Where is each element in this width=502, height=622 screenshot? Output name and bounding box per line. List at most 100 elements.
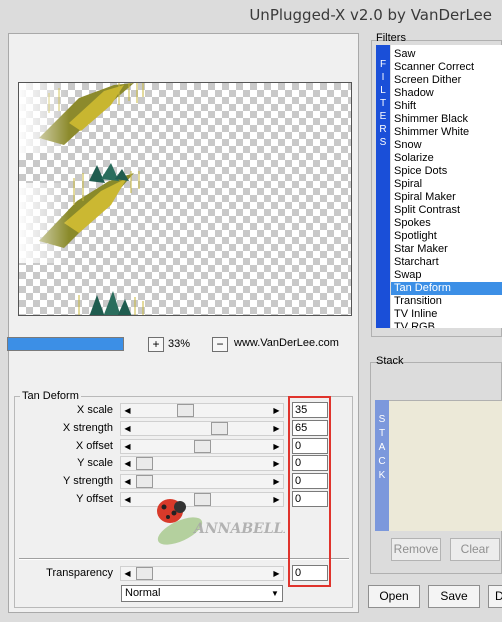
slider-track[interactable]: ◀ ▶ [120,403,284,418]
arrow-left-icon[interactable]: ◀ [121,440,134,453]
slider-value-input[interactable]: 0 [292,455,328,471]
filter-list-item[interactable]: Transition [391,295,502,308]
slider-track[interactable]: ◀ ▶ [120,421,284,436]
filter-list-item[interactable]: Swap [391,269,502,282]
filter-list-item[interactable]: Shimmer Black [391,113,502,126]
title-bar: UnPlugged-X v2.0 by VanDerLee [0,0,502,30]
filters-title: Filters [376,32,406,44]
slider-thumb[interactable] [136,567,153,580]
filter-list-item[interactable]: Scanner Correct [391,61,502,74]
slider-thumb[interactable] [211,422,228,435]
filter-list-item[interactable]: Shadow [391,87,502,100]
filter-list-item[interactable]: Spiral Maker [391,191,502,204]
slider-label: Y scale [77,457,113,469]
slider-label: X offset [75,440,113,452]
strip-letter: T [379,98,387,109]
preview-canvas[interactable] [18,82,352,316]
slider-value-input[interactable]: 65 [292,420,328,436]
slider-label: X strength [62,422,113,434]
divider [19,558,349,560]
filter-settings-title: Tan Deform [20,390,81,402]
default-button[interactable]: D [488,585,502,608]
arrow-left-icon[interactable]: ◀ [121,422,134,435]
filter-list-item[interactable]: Star Maker [391,243,502,256]
strip-letter: F [379,59,387,70]
stack-title: Stack [376,355,404,367]
slider-value-input[interactable]: 0 [292,438,328,454]
arrow-right-icon[interactable]: ▶ [270,457,283,470]
strip-letter: C [378,456,386,467]
filter-list-item[interactable]: Saw [391,48,502,61]
slider-label: Y offset [76,493,113,505]
slider-value-input[interactable]: 0 [292,491,328,507]
blend-mode-value: Normal [125,587,161,599]
strip-letter: K [378,470,386,481]
strip-letter: S [378,414,386,425]
progress-fill [8,338,123,350]
preview-image [19,83,144,315]
arrow-right-icon[interactable]: ▶ [270,475,283,488]
slider-thumb[interactable] [177,404,194,417]
zoom-in-button[interactable]: + [148,337,164,352]
website-link[interactable]: www.VanDerLee.com [234,337,339,349]
filter-list-item[interactable]: Solarize [391,152,502,165]
filter-list-item[interactable]: Shift [391,100,502,113]
slider-thumb[interactable] [136,475,153,488]
open-button[interactable]: Open [368,585,420,608]
slider-thumb[interactable] [136,457,153,470]
filter-list-item[interactable]: Spiral [391,178,502,191]
arrow-right-icon[interactable]: ▶ [270,422,283,435]
arrow-left-icon[interactable]: ◀ [121,493,134,506]
slider-value-input[interactable]: 0 [292,565,328,581]
annabelle-watermark: ANNABELLE [140,493,295,556]
arrow-right-icon[interactable]: ▶ [270,404,283,417]
filter-list[interactable]: Saw Scanner Correct Screen Dither Shadow Shi… [391,45,502,328]
slider-track[interactable]: ◀ ▶ [120,456,284,471]
filter-list-item[interactable]: Spotlight [391,230,502,243]
slider-value-input[interactable]: 0 [292,473,328,489]
slider-label: X scale [76,404,113,416]
arrow-left-icon[interactable]: ◀ [121,567,134,580]
arrow-left-icon[interactable]: ◀ [121,404,134,417]
window-title: UnPlugged-X v2.0 by VanDerLee [249,6,492,24]
clear-button[interactable]: Clear [450,538,500,561]
slider-label: Transparency [46,567,113,579]
slider-label: Y strength [63,475,113,487]
slider-track[interactable]: ◀ ▶ [120,439,284,454]
save-button[interactable]: Save [428,585,480,608]
filter-list-item[interactable]: Split Contrast [391,204,502,217]
filter-list-item[interactable]: Starchart [391,256,502,269]
stack-side-label: S T A C K [375,400,389,531]
filter-list-item[interactable]: TV Inline [391,308,502,321]
filter-list-item[interactable]: Screen Dither [391,74,502,87]
chevron-down-icon[interactable]: ▼ [268,586,282,601]
filter-list-item[interactable]: TV RGB [391,321,502,328]
filter-list-item[interactable]: Snow [391,139,502,152]
strip-letter: S [379,137,387,148]
filters-side-label: F I L T E R S [376,45,390,328]
slider-value-input[interactable]: 35 [292,402,328,418]
watermark-text: ANNABELLE [192,521,285,537]
blend-mode-select[interactable]: Normal ▼ [121,585,283,602]
arrow-right-icon[interactable]: ▶ [270,567,283,580]
progress-bar [7,337,124,351]
strip-letter: E [379,111,387,122]
zoom-value: 33% [168,338,191,350]
stack-list[interactable] [389,400,502,531]
filter-list-item[interactable]: Tan Deform [391,282,502,295]
slider-track[interactable]: ◀ ▶ [120,474,284,489]
strip-letter: T [378,428,386,439]
arrow-left-icon[interactable]: ◀ [121,475,134,488]
strip-letter: L [380,85,386,96]
filter-list-item[interactable]: Spokes [391,217,502,230]
slider-thumb[interactable] [194,440,211,453]
arrow-right-icon[interactable]: ▶ [270,440,283,453]
filter-list-item[interactable]: Spice Dots [391,165,502,178]
zoom-out-button[interactable]: − [212,337,228,352]
strip-letter: A [378,442,386,453]
remove-button[interactable]: Remove [391,538,441,561]
filter-list-item[interactable]: Shimmer White [391,126,502,139]
strip-letter: I [381,72,385,83]
slider-track[interactable]: ◀ ▶ [120,566,284,581]
arrow-left-icon[interactable]: ◀ [121,457,134,470]
